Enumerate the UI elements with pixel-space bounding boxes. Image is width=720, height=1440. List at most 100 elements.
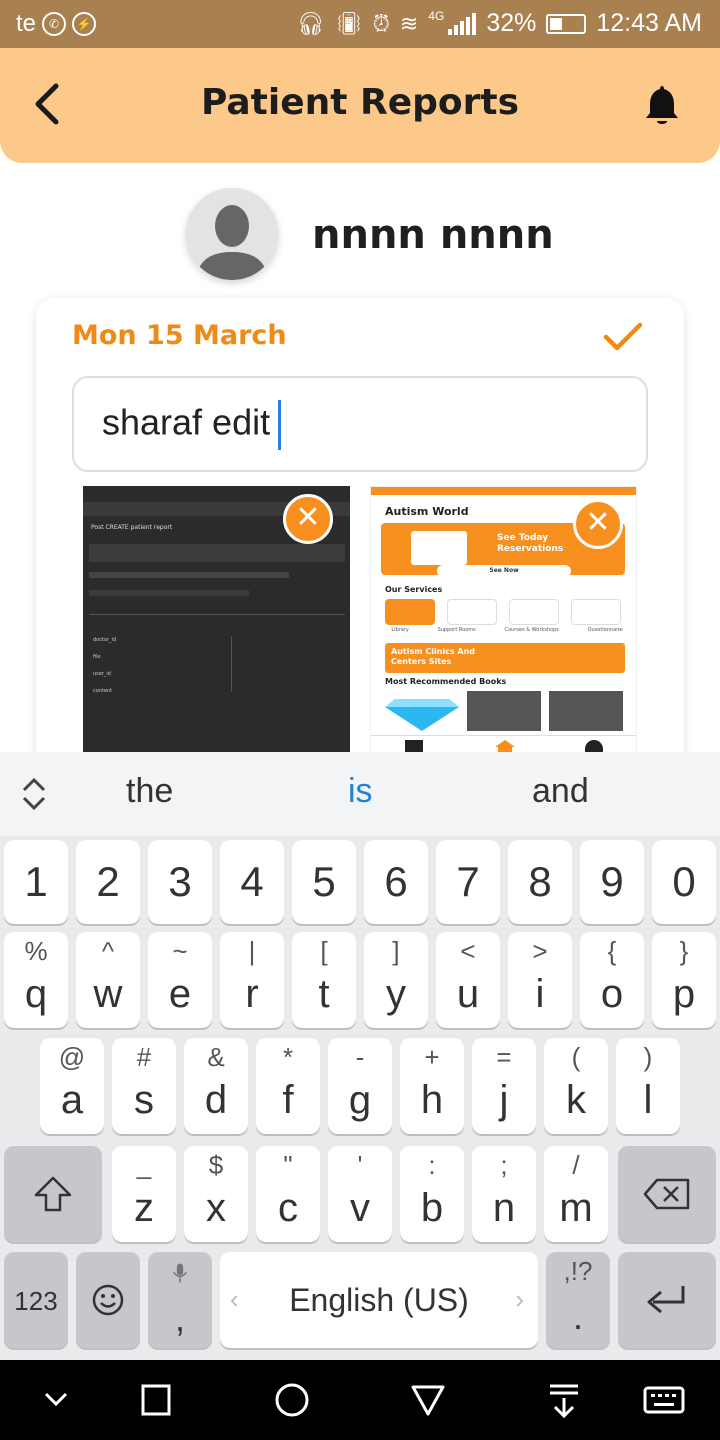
key-alt-char: ] — [392, 936, 400, 966]
key-0[interactable]: 0 — [652, 840, 716, 924]
key-4[interactable]: 4 — [220, 840, 284, 924]
courses-icon — [509, 599, 559, 625]
key-f[interactable]: * f — [256, 1038, 320, 1134]
key-p[interactable]: } p — [652, 932, 716, 1028]
key-char: t — [318, 972, 330, 1016]
hide-keyboard-icon[interactable] — [34, 1378, 78, 1422]
notification-bell-icon[interactable] — [642, 82, 682, 128]
shift-arrow-icon — [34, 1176, 72, 1212]
key-m[interactable]: / m — [544, 1146, 608, 1242]
key-alt-char: + — [424, 1042, 440, 1072]
key-alt-char: ) — [643, 1042, 653, 1072]
key-h[interactable]: + h — [400, 1038, 464, 1134]
key-char: k — [566, 1078, 586, 1122]
mini-service-label: Questionnaire — [587, 627, 623, 633]
key-alt-char: - — [355, 1042, 365, 1072]
form-row: user_id — [93, 671, 111, 677]
key-8[interactable]: 8 — [508, 840, 572, 924]
emoji-key[interactable] — [76, 1252, 140, 1348]
soft-keyboard: the is and 1 2 3 4 5 6 7 8 9 0% q ^ w ~ e | r[t] y < u > i{o}… — [0, 752, 720, 1360]
enter-key[interactable] — [618, 1252, 716, 1348]
key-alt-char: [ — [320, 936, 328, 966]
key-alt-char: " — [283, 1150, 293, 1180]
key-2[interactable]: 2 — [76, 840, 140, 924]
key-n[interactable]: ; n — [472, 1146, 536, 1242]
space-key[interactable]: English (US) ‹ › — [220, 1252, 538, 1348]
key-char: 9 — [600, 858, 624, 905]
key-u[interactable]: < u — [436, 932, 500, 1028]
key-6[interactable]: 6 — [364, 840, 428, 924]
key-a[interactable]: @ a — [40, 1038, 104, 1134]
key-3[interactable]: 3 — [148, 840, 212, 924]
recents-icon[interactable] — [134, 1378, 178, 1422]
app-header: Patient Reports — [0, 48, 720, 163]
backspace-key[interactable] — [618, 1146, 716, 1242]
key-char: 0 — [672, 858, 696, 905]
suggestion-3[interactable]: and — [532, 772, 589, 811]
key-char: b — [420, 1186, 444, 1230]
keyboard-switch-icon[interactable] — [642, 1378, 686, 1422]
key-i[interactable]: > i — [508, 932, 572, 1028]
key-t[interactable]: [t — [292, 932, 356, 1028]
key-char: 1 — [24, 858, 48, 905]
key-char: i — [535, 972, 545, 1016]
notification-pull-icon[interactable] — [542, 1378, 586, 1422]
key-char: a — [60, 1078, 84, 1122]
key-s[interactable]: # s — [112, 1038, 176, 1134]
form-row: file — [93, 654, 101, 660]
report-note-text: sharaf edit — [102, 401, 271, 443]
key-o[interactable]: {o — [580, 932, 644, 1028]
key-5[interactable]: 5 — [292, 840, 356, 924]
key-char: y — [386, 972, 406, 1016]
key-char: c — [278, 1186, 298, 1230]
key-x[interactable]: $ x — [184, 1146, 248, 1242]
key-r[interactable]: | r — [220, 932, 284, 1028]
period-key[interactable]: ,!?. — [546, 1252, 610, 1348]
form-row: content — [93, 688, 113, 694]
key-char: n — [492, 1186, 516, 1230]
key-j[interactable]: = j — [472, 1038, 536, 1134]
attachment-image-2[interactable]: Autism World See Today Reservations See … — [370, 486, 637, 756]
key-char: 8 — [528, 858, 552, 905]
remove-attachment-1-button[interactable]: ✕ — [283, 494, 333, 544]
system-nav-bar — [0, 1360, 720, 1440]
home-icon[interactable] — [270, 1378, 314, 1422]
key-1[interactable]: 1 — [4, 840, 68, 924]
key-g[interactable]: -g — [328, 1038, 392, 1134]
key-k[interactable]: (k — [544, 1038, 608, 1134]
expand-toolbar-icon[interactable] — [20, 776, 48, 812]
key-alt-char: ' — [357, 1150, 363, 1180]
comma-key[interactable]: , — [148, 1252, 212, 1348]
key-char: m — [559, 1186, 593, 1230]
key-d[interactable]: & d — [184, 1038, 248, 1134]
diamond-book-icon — [385, 691, 459, 731]
key-z[interactable]: _ z — [112, 1146, 176, 1242]
suggestion-2[interactable]: is — [348, 772, 373, 811]
key-w[interactable]: ^ w — [76, 932, 140, 1028]
key-q[interactable]: % q — [4, 932, 68, 1028]
key-y[interactable]: ] y — [364, 932, 428, 1028]
form-keys: doctor_id file user_id content — [93, 632, 116, 700]
key-alt-char: % — [24, 936, 48, 966]
key-char: s — [134, 1078, 154, 1122]
remove-attachment-2-button[interactable]: ✕ — [573, 499, 623, 549]
suggestion-1[interactable]: the — [126, 772, 173, 811]
key-b[interactable]: :b — [400, 1146, 464, 1242]
key-alt-char: } — [679, 936, 689, 966]
checkmark-icon[interactable] — [602, 320, 644, 354]
attachment-image-1[interactable]: Post CREATE patient report doctor_id fil… — [83, 486, 350, 756]
report-note-input[interactable]: sharaf edit — [72, 376, 648, 472]
symbols-key[interactable]: 123 — [4, 1252, 68, 1348]
key-v[interactable]: ' v — [328, 1146, 392, 1242]
mini-services-title: Our Services — [385, 585, 443, 594]
body-options — [89, 590, 249, 596]
key-e[interactable]: ~ e — [148, 932, 212, 1028]
key-l[interactable]: ) l — [616, 1038, 680, 1134]
key-c[interactable]: " c — [256, 1146, 320, 1242]
shift-key[interactable] — [4, 1146, 102, 1242]
emoji-icon — [92, 1284, 124, 1316]
mini-app-title: Autism World — [385, 505, 469, 518]
key-7[interactable]: 7 — [436, 840, 500, 924]
key-9[interactable]: 9 — [580, 840, 644, 924]
back-icon[interactable] — [406, 1378, 450, 1422]
